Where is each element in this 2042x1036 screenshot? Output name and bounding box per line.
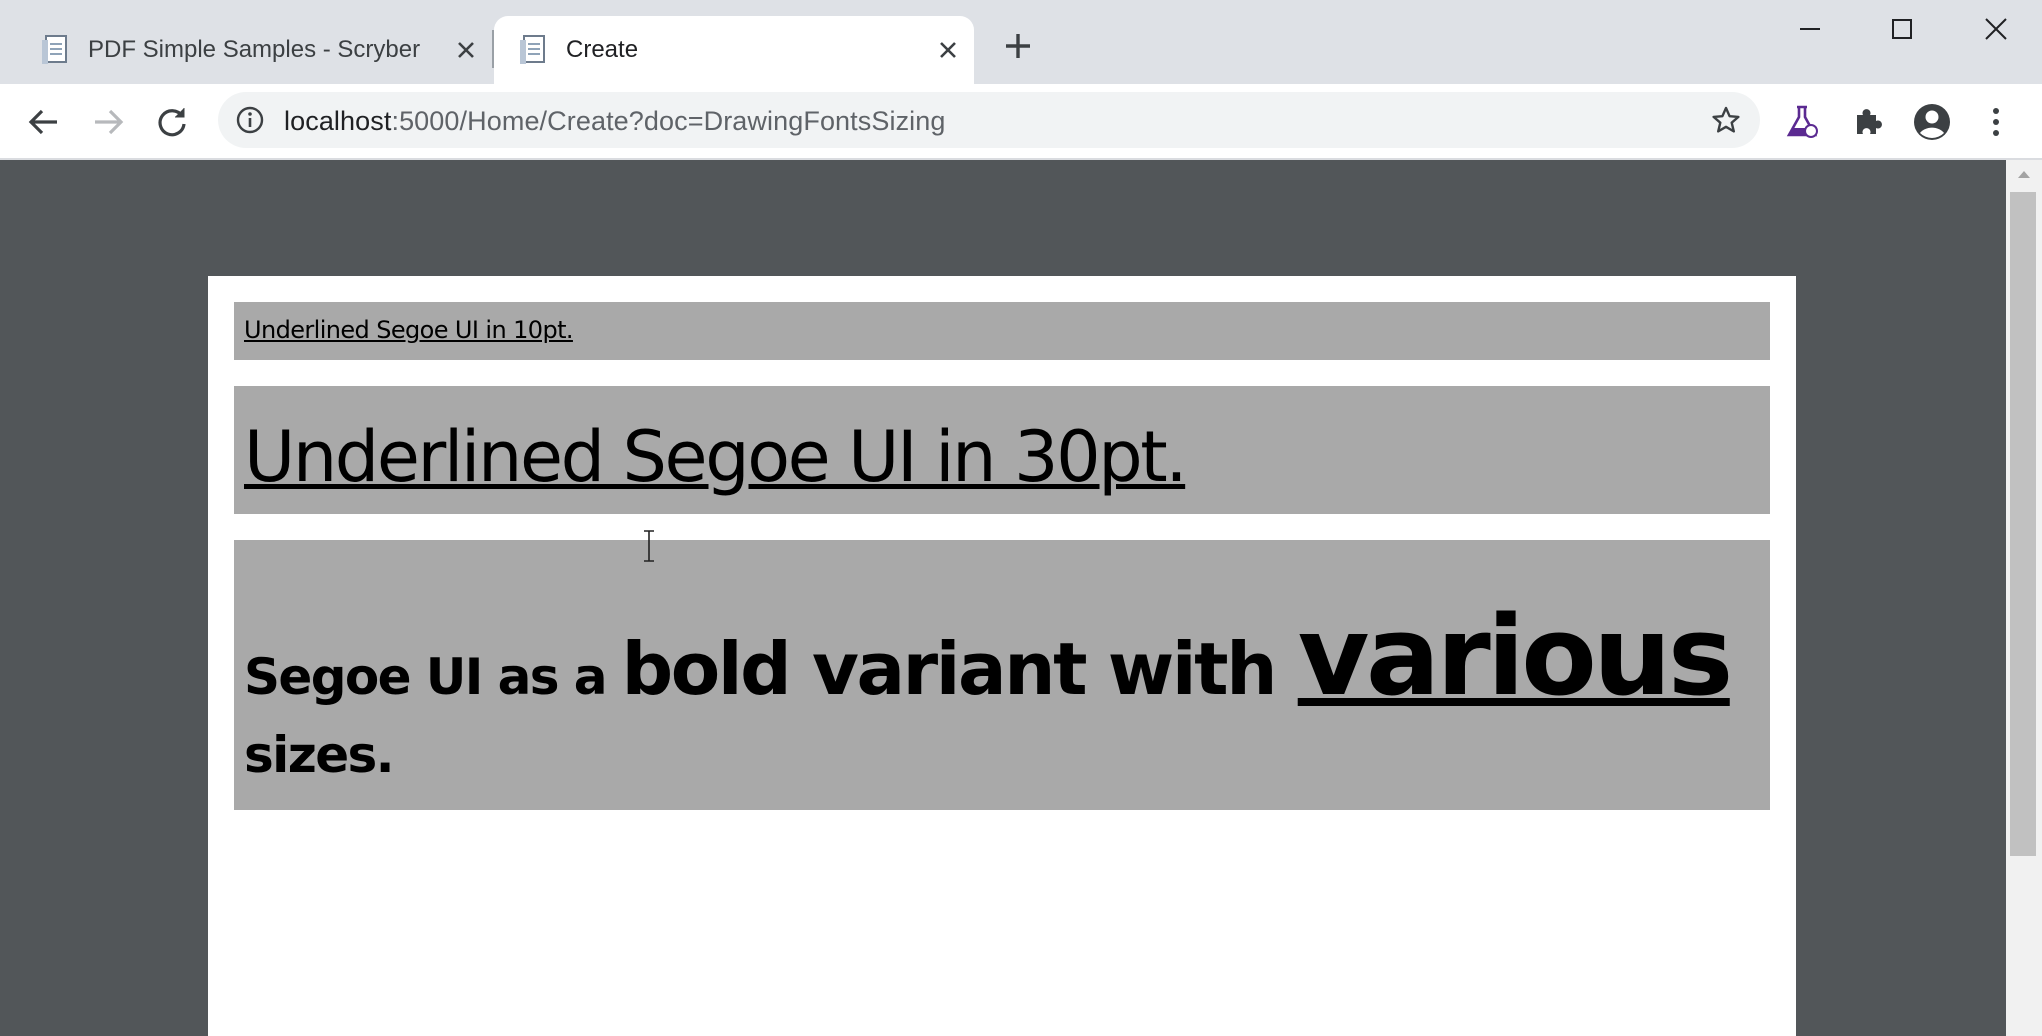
more-vertical-icon: [1993, 108, 1999, 136]
tab-strip: PDF Simple Samples - Scryber Create: [0, 0, 2042, 84]
block-text: Underlined Segoe UI in 10pt.: [244, 316, 574, 344]
forward-button[interactable]: [86, 100, 130, 144]
text-segment-small: Segoe UI as a: [244, 648, 622, 706]
arrow-left-icon: [28, 109, 57, 135]
browser-window: PDF Simple Samples - Scryber Create loca…: [0, 0, 2042, 1036]
back-button[interactable]: [22, 100, 66, 144]
scroll-up-arrow-icon[interactable]: [2006, 160, 2042, 188]
close-window-button[interactable]: [1950, 0, 2042, 58]
text-segment-large: various: [1297, 592, 1734, 720]
url-text: localhost:5000/Home/Create?doc=DrawingFo…: [284, 106, 946, 137]
url-host: localhost: [284, 106, 392, 136]
block-text: Underlined Segoe UI in 30pt.: [244, 416, 1188, 498]
url-path: :5000/Home/Create?doc=DrawingFontsSizing: [391, 106, 946, 136]
new-tab-button[interactable]: [998, 26, 1038, 66]
scrollbar-thumb[interactable]: [2010, 192, 2036, 856]
extensions-button[interactable]: [1846, 100, 1890, 144]
text-cursor-icon: [644, 530, 654, 562]
puzzle-icon: [1857, 109, 1882, 134]
bold-line-1: Segoe UI as a bold variant with various: [244, 592, 1734, 720]
tab-title: PDF Simple Samples - Scryber: [88, 36, 421, 63]
bookmark-star-icon[interactable]: [1708, 102, 1744, 138]
text-segment-medium: bold variant with: [621, 627, 1298, 711]
bold-line-2: sizes.: [244, 726, 395, 784]
tab-create[interactable]: Create: [494, 16, 974, 84]
minimize-button[interactable]: [1764, 0, 1856, 58]
browser-toolbar: localhost:5000/Home/Create?doc=DrawingFo…: [0, 84, 2042, 160]
maximize-icon: [1892, 19, 1912, 39]
document-favicon-icon: [520, 35, 545, 64]
account-icon: [1914, 104, 1950, 140]
info-icon[interactable]: [234, 104, 266, 136]
tab-pdf-simple-samples[interactable]: PDF Simple Samples - Scryber: [0, 16, 492, 84]
text-block-30pt: Underlined Segoe UI in 30pt.: [234, 386, 1770, 514]
tab-title: Create: [566, 36, 639, 63]
vertical-scrollbar[interactable]: [2006, 160, 2042, 1036]
reload-icon: [158, 108, 186, 137]
plus-icon: [1006, 34, 1030, 58]
flask-icon: [1786, 105, 1818, 138]
menu-button[interactable]: [1974, 100, 2018, 144]
pdf-page: Underlined Segoe UI in 10pt. Underlined …: [208, 276, 1796, 1036]
address-bar[interactable]: localhost:5000/Home/Create?doc=DrawingFo…: [218, 92, 1760, 148]
close-icon: [1985, 18, 2007, 40]
tab-close-icon[interactable]: [934, 36, 962, 64]
minimize-icon: [1800, 28, 1820, 30]
document-favicon-icon: [42, 35, 67, 64]
tab-close-icon[interactable]: [452, 36, 480, 64]
text-block-10pt: Underlined Segoe UI in 10pt.: [234, 302, 1770, 360]
pdf-viewer[interactable]: Underlined Segoe UI in 10pt. Underlined …: [0, 160, 2006, 1036]
reload-button[interactable]: [150, 100, 194, 144]
maximize-button[interactable]: [1856, 0, 1948, 58]
text-block-bold-various: Segoe UI as a bold variant with various …: [234, 540, 1770, 810]
profile-button[interactable]: [1910, 100, 1954, 144]
arrow-right-icon: [95, 109, 124, 135]
labs-button[interactable]: [1780, 100, 1824, 144]
